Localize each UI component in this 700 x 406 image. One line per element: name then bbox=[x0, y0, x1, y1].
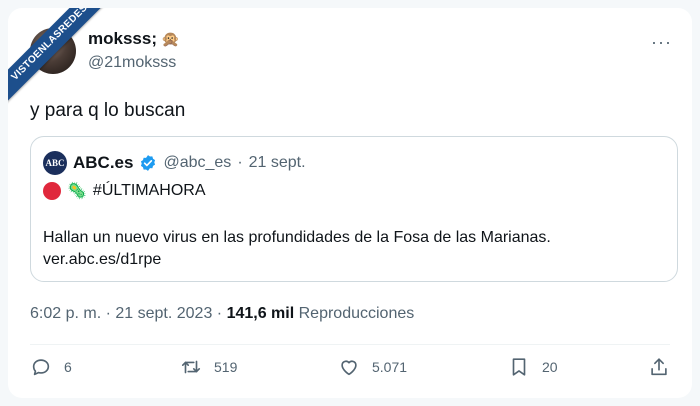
action-bar: 6 519 5.071 20 bbox=[30, 356, 670, 386]
timestamp[interactable]: 6:02 p. m. · 21 sept. 2023 · bbox=[30, 305, 222, 322]
share-icon bbox=[651, 358, 667, 376]
quoted-body-text: Hallan un nuevo virus en las profundidad… bbox=[43, 229, 551, 246]
tweet-meta: 6:02 p. m. · 21 sept. 2023 · 141,6 mil R… bbox=[30, 305, 414, 323]
quoted-link[interactable]: ver.abc.es/d1rpe bbox=[43, 249, 551, 271]
red-circle-icon bbox=[43, 182, 61, 200]
retweet-button[interactable]: 519 bbox=[180, 356, 237, 378]
retweet-icon bbox=[181, 360, 201, 374]
abc-logo[interactable]: ABC bbox=[43, 151, 67, 175]
more-options-icon[interactable]: ··· bbox=[651, 32, 672, 53]
hashtag[interactable]: #ÚLTIMAHORA bbox=[93, 182, 206, 200]
author-handle[interactable]: @21moksss bbox=[88, 54, 176, 72]
bookmark-count: 20 bbox=[542, 359, 558, 375]
tweet-text: y para q lo buscan bbox=[30, 100, 186, 121]
author-emoji: 🙊 bbox=[160, 31, 180, 48]
bookmark-button[interactable]: 20 bbox=[508, 356, 558, 378]
bookmark-icon bbox=[512, 358, 526, 376]
tweet-card: VISTOENLASREDES moksss; 🙊 @21moksss ··· … bbox=[8, 8, 692, 398]
quoted-hashtag-line: 🦠 #ÚLTIMAHORA bbox=[43, 181, 206, 201]
reply-button[interactable]: 6 bbox=[30, 356, 72, 378]
author-name-row[interactable]: moksss; 🙊 bbox=[88, 29, 180, 49]
reply-icon bbox=[32, 359, 50, 376]
quoted-tweet[interactable]: ABC ABC.es @abc_es · 21 sept. 🦠 #ÚLTIMAH… bbox=[30, 136, 678, 282]
quoted-tweet-header: ABC ABC.es @abc_es · 21 sept. bbox=[43, 151, 306, 175]
views-count: 141,6 mil bbox=[226, 305, 295, 322]
quoted-date[interactable]: 21 sept. bbox=[249, 154, 306, 172]
separator-dot: · bbox=[237, 154, 243, 171]
views-label: Reproducciones bbox=[298, 305, 415, 322]
verified-badge-icon bbox=[141, 155, 156, 171]
like-button[interactable]: 5.071 bbox=[338, 356, 407, 378]
author-name[interactable]: moksss; bbox=[88, 29, 157, 49]
reply-count: 6 bbox=[64, 359, 72, 375]
quoted-author-name[interactable]: ABC.es bbox=[73, 153, 133, 173]
quoted-handle[interactable]: @abc_es bbox=[163, 154, 231, 172]
quoted-body: Hallan un nuevo virus en las profundidad… bbox=[43, 227, 551, 271]
virus-icon: 🦠 bbox=[67, 183, 87, 200]
heart-icon bbox=[341, 360, 357, 376]
divider bbox=[30, 344, 670, 345]
like-count: 5.071 bbox=[372, 359, 408, 375]
share-button[interactable] bbox=[648, 356, 670, 378]
retweet-count: 519 bbox=[214, 359, 238, 375]
